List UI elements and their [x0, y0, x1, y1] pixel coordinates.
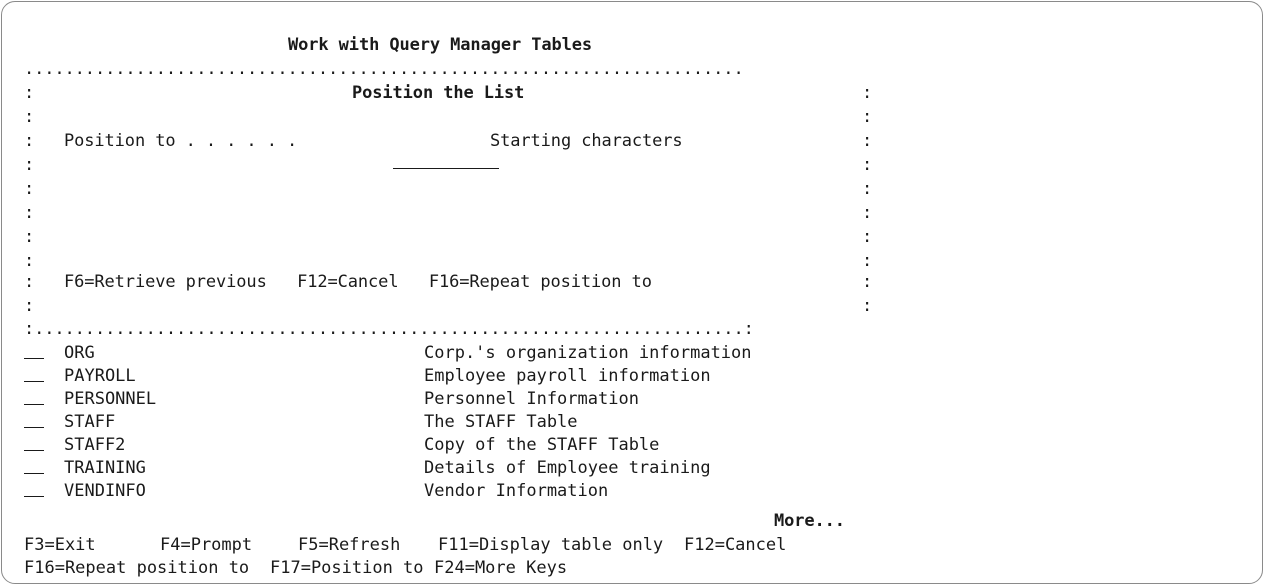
table-name: ORG — [64, 343, 95, 363]
window-border-right-colon: : — [862, 251, 873, 271]
window-border-right-colon: : — [862, 179, 873, 199]
option-input[interactable] — [24, 411, 44, 428]
window-title: Position the List — [352, 83, 525, 103]
window-border-bottom: :.......................................… — [24, 319, 754, 339]
table-name: STAFF — [64, 412, 116, 432]
position-to-hint: Starting characters — [490, 131, 683, 151]
table-description: Employee payroll information — [424, 366, 711, 386]
window-border-right-colon: : — [862, 155, 873, 175]
option-input[interactable] — [24, 365, 44, 382]
function-key[interactable]: F16=Repeat position to — [24, 557, 249, 579]
window-border-right-colon: : — [862, 83, 873, 103]
window-border-left-colon: : — [24, 131, 35, 151]
window-function-keys[interactable]: F6=Retrieve previous F12=Cancel F16=Repe… — [64, 271, 652, 293]
function-key[interactable]: F11=Display table only — [438, 534, 663, 556]
window-border-right-colon: : — [862, 227, 873, 247]
table-name: TRAINING — [64, 458, 146, 478]
window-border-right-colon: : — [862, 131, 873, 151]
window-border-right-colon: : — [862, 272, 873, 292]
table-description: The STAFF Table — [424, 412, 578, 432]
more-indicator: More... — [774, 511, 845, 531]
function-key[interactable]: F17=Position to — [270, 557, 424, 579]
function-key[interactable]: F12=Cancel — [684, 534, 786, 556]
table-description: Personnel Information — [424, 389, 639, 409]
window-border-left-colon: : — [24, 155, 35, 175]
function-key[interactable]: F24=More Keys — [434, 557, 567, 579]
window-border-right-colon: : — [862, 203, 873, 223]
table-description: Corp.'s organization information — [424, 343, 752, 363]
screen-title: Work with Query Manager Tables — [288, 35, 593, 55]
position-to-input-field[interactable] — [392, 152, 499, 169]
window-border-top: ........................................… — [24, 59, 744, 79]
window-border-left-colon: : — [24, 83, 35, 103]
table-name: PERSONNEL — [64, 389, 157, 409]
window-border-left-colon: : — [24, 107, 35, 127]
window-border-left-colon: : — [24, 272, 35, 292]
option-input[interactable] — [24, 342, 44, 359]
window-border-right-colon: : — [862, 107, 873, 127]
table-description: Details of Employee training — [424, 458, 711, 478]
window-border-right-colon: : — [862, 296, 873, 316]
function-key[interactable]: F3=Exit — [24, 534, 96, 556]
option-input[interactable] — [24, 457, 44, 474]
function-key[interactable]: F4=Prompt — [160, 534, 252, 556]
window-border-left-colon: : — [24, 203, 35, 223]
table-description: Copy of the STAFF Table — [424, 435, 660, 455]
table-name: STAFF2 — [64, 435, 126, 455]
table-name: VENDINFO — [64, 481, 146, 501]
terminal-screen: Work with Query Manager Tables .........… — [1, 1, 1263, 584]
window-border-left-colon: : — [24, 227, 35, 247]
window-border-left-colon: : — [24, 179, 35, 199]
option-input[interactable] — [24, 434, 44, 451]
table-name: PAYROLL — [64, 366, 136, 386]
position-to-label: Position to . . . . . . — [64, 131, 298, 151]
window-border-left-colon: : — [24, 296, 35, 316]
table-description: Vendor Information — [424, 481, 609, 501]
function-key[interactable]: F5=Refresh — [298, 534, 400, 556]
position-to-input[interactable] — [352, 130, 499, 169]
option-input[interactable] — [24, 480, 44, 497]
window-border-left-colon: : — [24, 251, 35, 271]
option-input[interactable] — [24, 388, 44, 405]
